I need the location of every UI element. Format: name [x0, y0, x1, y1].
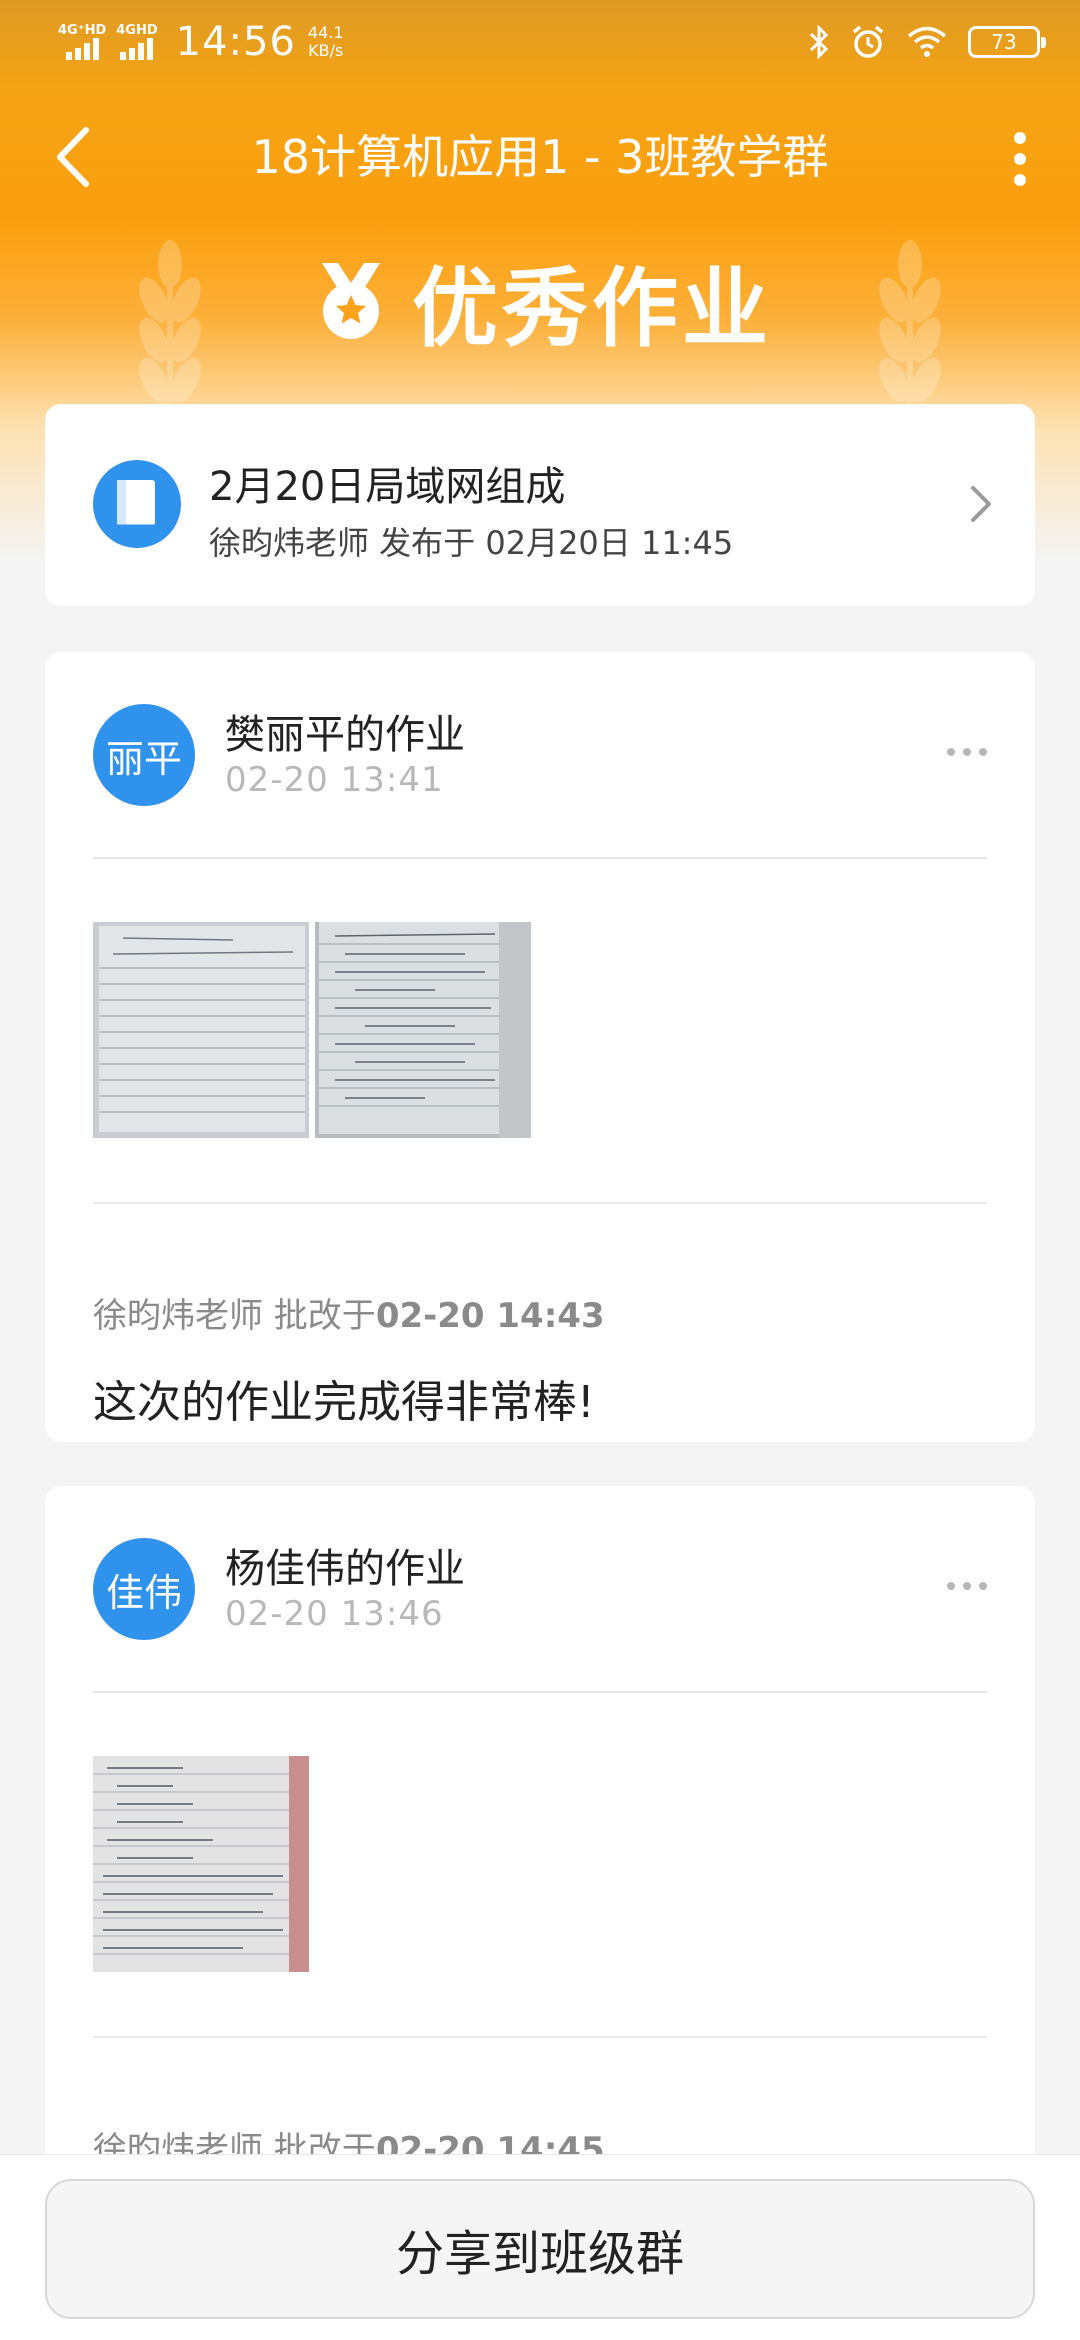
review-info: 徐昀炜老师 批改于02-20 14:43 — [93, 1288, 605, 1337]
network-speed: 44.1 KB/s — [308, 24, 344, 60]
book-icon — [93, 460, 181, 548]
homework-image[interactable] — [315, 922, 531, 1138]
app-screen: 4G⁺HD 4GHD 14:56 44.1 KB/s 73 18计算机应用1 -… — [0, 0, 1080, 2340]
assignment-subtitle: 徐昀炜老师 发布于 02月20日 11:45 — [209, 524, 734, 562]
homework-image[interactable] — [93, 1756, 309, 1972]
share-to-class-group-button[interactable]: 分享到班级群 — [45, 2179, 1035, 2319]
wifi-icon — [907, 26, 947, 57]
alarm-icon — [852, 25, 884, 58]
battery-level: 73 — [991, 30, 1017, 54]
review-time: 02-20 14:43 — [375, 1296, 605, 1336]
excellent-homework-banner: 优秀作业 — [0, 250, 1080, 359]
avatar[interactable]: 佳伟 — [93, 1538, 195, 1640]
divider — [93, 2036, 987, 2038]
speed-value: 44.1 — [307, 23, 344, 42]
divider — [93, 1691, 987, 1693]
banner-title: 优秀作业 — [412, 258, 772, 359]
signal-bars-icon — [65, 38, 99, 60]
more-menu-icon[interactable] — [1000, 124, 1040, 194]
battery-indicator: 73 — [968, 26, 1046, 58]
bottom-bar: 分享到班级群 — [0, 2154, 1080, 2340]
signal-2: 4GHD — [116, 23, 158, 60]
divider — [93, 1202, 987, 1204]
homework-image[interactable] — [93, 922, 309, 1138]
assignment-card[interactable]: 2月20日局域网组成 徐昀炜老师 发布于 02月20日 11:45 — [45, 404, 1035, 606]
chevron-right-icon — [971, 486, 991, 522]
bluetooth-icon — [809, 25, 829, 59]
medal-icon — [322, 263, 380, 339]
network-type-2: 4GHD — [116, 23, 158, 38]
nav-bar: 18计算机应用1 - 3班教学群 — [0, 84, 1080, 234]
submit-time: 02-20 13:46 — [225, 1594, 444, 1634]
homework-title: 樊丽平的作业 — [225, 712, 465, 758]
speed-unit: KB/s — [308, 41, 344, 60]
page-title: 18计算机应用1 - 3班教学群 — [251, 130, 829, 184]
status-icons: 73 — [808, 24, 1046, 60]
divider — [93, 857, 987, 859]
back-arrow-icon[interactable] — [48, 122, 104, 192]
signal-bars-icon — [120, 38, 154, 60]
more-options-icon[interactable] — [947, 1582, 987, 1590]
homework-title: 杨佳伟的作业 — [225, 1546, 465, 1592]
signal-1: 4G⁺HD — [58, 24, 106, 60]
teacher-comment: 这次的作业完成得非常棒! — [93, 1377, 595, 1428]
status-bar: 4G⁺HD 4GHD 14:56 44.1 KB/s 73 — [0, 0, 1080, 84]
homework-images — [93, 922, 531, 1138]
avatar[interactable]: 丽平 — [93, 704, 195, 806]
assignment-title: 2月20日局域网组成 — [209, 464, 566, 510]
reviewer-label: 徐昀炜老师 批改于 — [93, 1296, 376, 1336]
homework-images — [93, 1756, 309, 1972]
more-options-icon[interactable] — [947, 748, 987, 756]
network-type-1: 4G⁺HD — [58, 23, 107, 38]
submit-time: 02-20 13:41 — [225, 760, 444, 800]
clock: 14:56 — [175, 19, 296, 65]
homework-card: 丽平 樊丽平的作业 02-20 13:41 徐昀炜老师 批改于02-20 14:… — [45, 652, 1035, 1442]
